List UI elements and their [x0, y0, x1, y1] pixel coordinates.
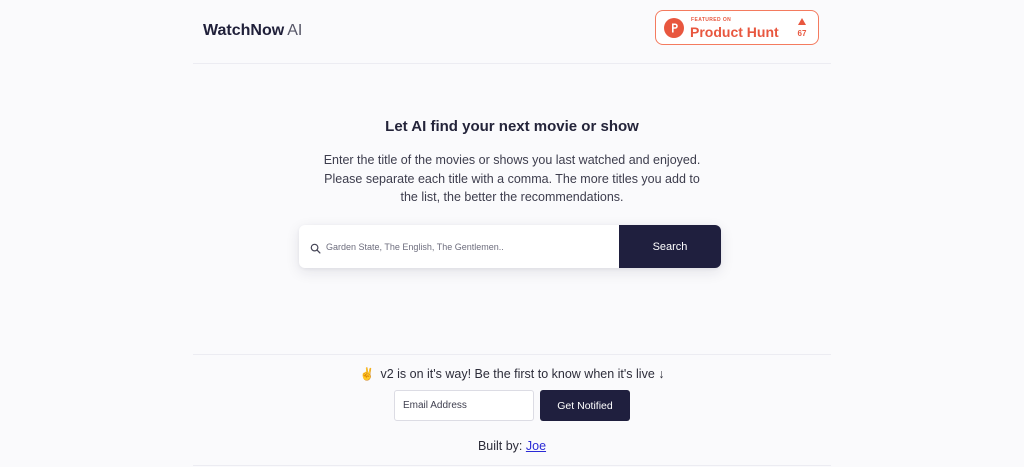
product-hunt-icon	[664, 18, 684, 38]
search-button[interactable]: Search	[619, 225, 721, 268]
email-field[interactable]	[394, 390, 534, 421]
upvote-arrow-icon	[798, 18, 806, 25]
brand-logo[interactable]: WatchNow AI	[203, 21, 302, 41]
header: WatchNow AI FEATURED ON Product Hunt 67	[193, 0, 831, 64]
brand-suffix: AI	[287, 22, 303, 39]
bottom-divider	[193, 465, 831, 466]
upvote-count: 67	[797, 29, 807, 38]
announcement-text: v2 is on it's way! Be the first to know …	[380, 367, 665, 381]
search-input[interactable]	[326, 225, 614, 268]
footer-divider	[193, 354, 831, 355]
built-by-label: Built by:	[477, 439, 523, 453]
built-by: Built by: Joe	[0, 439, 1024, 453]
search-box: Search	[299, 225, 721, 268]
get-notified-button[interactable]: Get Notified	[540, 390, 630, 421]
product-hunt-badge[interactable]: FEATURED ON Product Hunt 67	[655, 10, 819, 45]
product-hunt-name: Product Hunt	[690, 24, 779, 40]
brand-name: WatchNow	[203, 22, 285, 39]
author-link[interactable]: Joe	[526, 439, 546, 453]
victory-hand-icon: ✌️	[359, 367, 375, 381]
v2-announcement: ✌️ v2 is on it's way! Be the first to kno…	[0, 367, 1024, 381]
hero-description: Enter the title of the movies or shows y…	[323, 153, 701, 204]
page: WatchNow AI FEATURED ON Product Hunt 67 L…	[0, 0, 1024, 467]
product-hunt-featured-label: FEATURED ON	[691, 17, 732, 23]
hero-title: Let AI find your next movie or show	[385, 118, 639, 135]
search-icon	[310, 241, 322, 254]
